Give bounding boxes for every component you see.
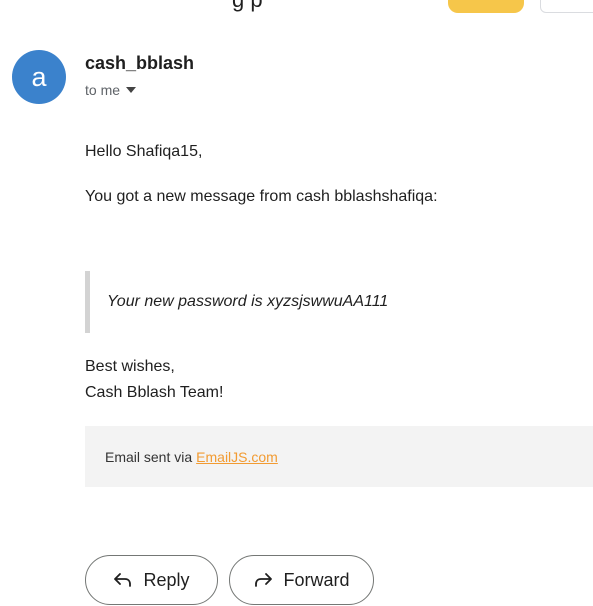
reply-label: Reply bbox=[143, 569, 190, 590]
sender-avatar[interactable]: a bbox=[12, 50, 66, 104]
email-signature: Cash Bblash Team! bbox=[85, 384, 224, 401]
email-view: g p a cash_bblash to me Hello Shafiqa15,… bbox=[0, 0, 593, 606]
toolbar-button-partial[interactable] bbox=[540, 0, 593, 13]
footer-text: Email sent via bbox=[105, 448, 193, 465]
emailjs-link[interactable]: EmailJS.com bbox=[196, 449, 278, 465]
avatar-letter: a bbox=[31, 61, 47, 92]
email-intro: You got a new message from cash bblashsh… bbox=[85, 188, 438, 205]
reply-arrow-icon bbox=[113, 572, 133, 588]
forward-button[interactable]: Forward bbox=[229, 555, 374, 605]
reply-button[interactable]: Reply bbox=[85, 555, 218, 605]
email-signoff: Best wishes, bbox=[85, 358, 175, 375]
email-greeting: Hello Shafiqa15, bbox=[85, 143, 203, 160]
forward-label: Forward bbox=[283, 569, 350, 590]
recipient-details-toggle[interactable]: to me bbox=[85, 82, 137, 98]
recipient-label: to me bbox=[85, 82, 121, 98]
chevron-down-icon bbox=[126, 87, 137, 93]
label-chip-partial[interactable] bbox=[448, 0, 524, 13]
sender-name[interactable]: cash_bblash bbox=[85, 53, 194, 74]
forward-arrow-icon bbox=[253, 572, 273, 588]
quote-text: Your new password is xyzsjswwuAA111 bbox=[107, 293, 389, 310]
footer-notice: Email sent via EmailJS.com bbox=[85, 426, 593, 487]
toolbar-partial: g p bbox=[0, 0, 593, 14]
email-subject-partial: g p bbox=[232, 0, 263, 13]
message-quote: Your new password is xyzsjswwuAA111 bbox=[85, 271, 525, 333]
